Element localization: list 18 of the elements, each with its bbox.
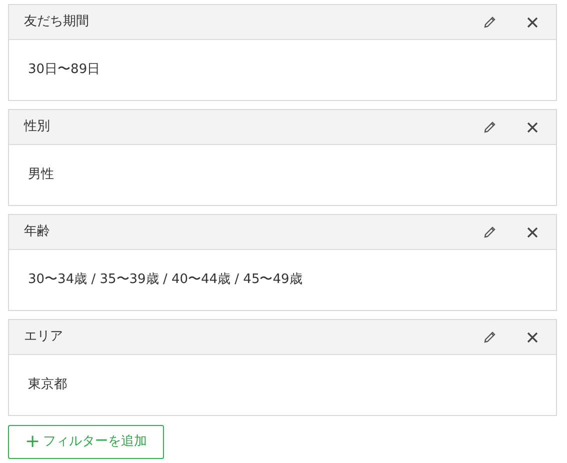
pencil-icon bbox=[483, 330, 497, 344]
pencil-icon bbox=[483, 225, 497, 239]
filter-title: 性別 bbox=[24, 118, 51, 136]
close-icon bbox=[526, 226, 538, 238]
filter-value: 男性 bbox=[28, 166, 54, 184]
filter-title: 年齢 bbox=[24, 223, 51, 242]
pencil-icon bbox=[483, 15, 497, 29]
plus-icon: + bbox=[24, 433, 40, 451]
add-filter-button[interactable]: + フィルターを追加 bbox=[8, 425, 164, 459]
filter-value: 東京都 bbox=[28, 376, 67, 394]
close-icon bbox=[526, 122, 538, 132]
filter-value: 30〜34歳 / 35〜39歳 / 40〜44歳 / 45〜49歳 bbox=[28, 271, 302, 290]
filter-title: 友だち期間 bbox=[24, 13, 90, 32]
close-icon bbox=[526, 16, 538, 28]
close-icon bbox=[526, 332, 538, 342]
filter-value: 30日〜89日 bbox=[28, 61, 100, 80]
filter-title: エリア bbox=[24, 328, 64, 346]
pencil-icon bbox=[483, 120, 497, 134]
